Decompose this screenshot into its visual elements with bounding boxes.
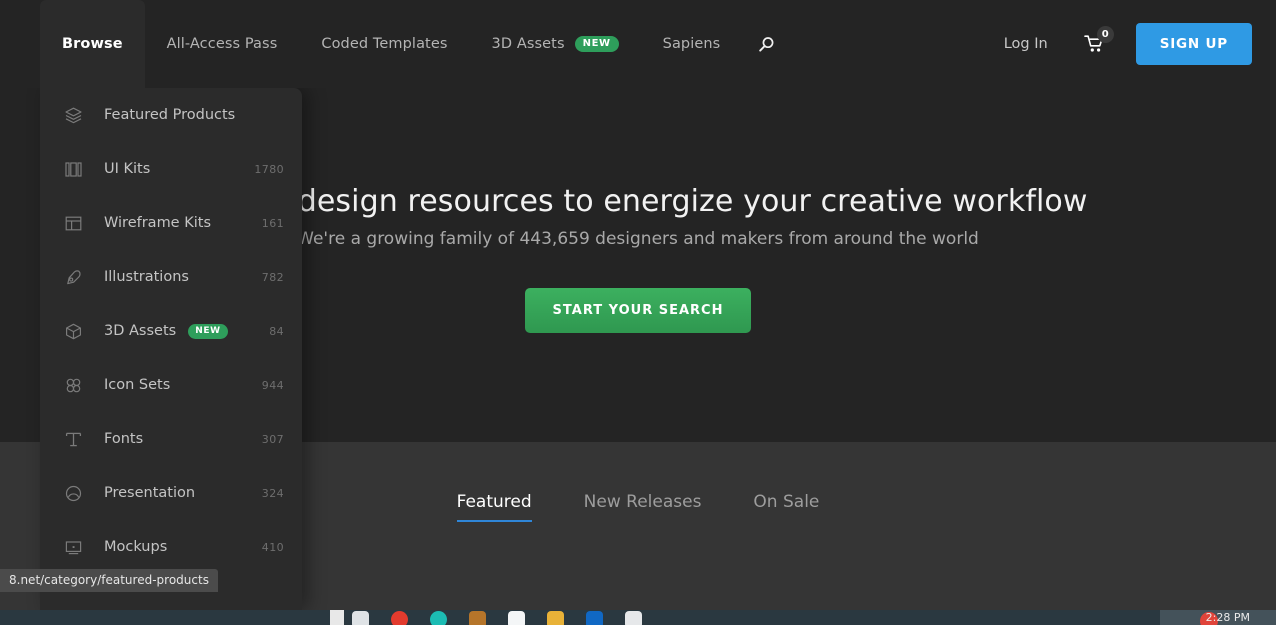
new-badge: NEW: [188, 323, 228, 339]
dropdown-item-label: Illustrations: [104, 269, 189, 285]
nav-item-label: Coded Templates: [321, 36, 448, 52]
pen-nib-icon: [58, 264, 88, 290]
cube-icon: [58, 318, 88, 344]
login-link[interactable]: Log In: [980, 36, 1072, 52]
nav-item-label: 3D Assets: [491, 36, 565, 52]
cart-button[interactable]: 0: [1072, 24, 1118, 64]
nav-item-label: Browse: [62, 36, 123, 52]
dropdown-item-label: Presentation: [104, 485, 196, 501]
taskbar-icon-app-6[interactable]: [547, 611, 564, 625]
dropdown-item-count: 307: [261, 432, 284, 446]
dropdown-item-label: Wireframe Kits: [104, 215, 211, 231]
tab-label: On Sale: [753, 492, 820, 512]
dropdown-item-3d-assets[interactable]: 3D Assets NEW 84: [40, 304, 302, 358]
ui-kit-icon: [58, 156, 88, 182]
dropdown-item-label: 3D Assets: [104, 323, 177, 339]
taskbar-clock[interactable]: 2:28 PM: [1206, 611, 1250, 625]
dropdown-item-wireframe-kits[interactable]: Wireframe Kits 161: [40, 196, 302, 250]
taskbar-icon-app-1[interactable]: [352, 611, 369, 625]
dropdown-item-count: 1780: [254, 162, 284, 176]
taskbar-icon-app-4[interactable]: [469, 611, 486, 625]
nav-item-3d-assets[interactable]: 3D Assets NEW: [470, 0, 641, 88]
site-header: Browse All-Access Pass Coded Templates 3…: [0, 0, 1276, 88]
tab-on-sale[interactable]: On Sale: [727, 492, 845, 522]
tab-label: New Releases: [583, 492, 702, 512]
dropdown-item-presentation[interactable]: Presentation 324: [40, 466, 302, 520]
header-actions: Log In 0 SIGN UP: [980, 0, 1252, 88]
new-badge: NEW: [574, 36, 619, 52]
dropdown-item-mockups[interactable]: Mockups 410: [40, 520, 302, 574]
typography-icon: [58, 426, 88, 452]
start-your-search-button[interactable]: START YOUR SEARCH: [524, 288, 752, 333]
screen: Browse All-Access Pass Coded Templates 3…: [0, 0, 1276, 625]
dropdown-item-ui-kits[interactable]: UI Kits 1780: [40, 142, 302, 196]
layers-icon: [58, 102, 88, 128]
dropdown-item-count: 944: [261, 378, 284, 392]
search-icon: [758, 36, 775, 53]
nav-item-label: Sapiens: [662, 36, 721, 52]
nav-item-browse[interactable]: Browse: [40, 0, 145, 88]
mockup-icon: [58, 534, 88, 560]
nav-item-sapiens[interactable]: Sapiens: [641, 0, 743, 88]
dropdown-item-fonts[interactable]: Fonts 307: [40, 412, 302, 466]
taskbar-app-icons: [352, 611, 642, 625]
link-status-bar: 8.net/category/featured-products: [0, 569, 218, 592]
icon-set-icon: [58, 372, 88, 398]
dropdown-item-count: 782: [261, 270, 284, 284]
browser-page: Browse All-Access Pass Coded Templates 3…: [0, 0, 1276, 610]
dropdown-item-label: Fonts: [104, 431, 144, 447]
dropdown-item-count: 161: [261, 216, 284, 230]
search-button[interactable]: [742, 0, 791, 88]
dropdown-item-illustrations[interactable]: Illustrations 782: [40, 250, 302, 304]
taskbar-icon-app-8[interactable]: [625, 611, 642, 625]
dropdown-item-label: Mockups: [104, 539, 168, 555]
dropdown-item-label: Featured Products: [104, 107, 236, 123]
nav-item-coded-templates[interactable]: Coded Templates: [299, 0, 469, 88]
wireframe-icon: [58, 210, 88, 236]
taskbar-icon-app-2[interactable]: [391, 611, 408, 625]
dropdown-item-icon-sets[interactable]: Icon Sets 944: [40, 358, 302, 412]
dropdown-item-featured-products[interactable]: Featured Products: [40, 88, 302, 142]
tab-label: Featured: [456, 492, 532, 512]
dropdown-item-label: UI Kits: [104, 161, 151, 177]
nav-item-label: All-Access Pass: [166, 36, 278, 52]
dropdown-item-count: 410: [261, 540, 284, 554]
dropdown-item-label: Icon Sets: [104, 377, 171, 393]
primary-navigation: Browse All-Access Pass Coded Templates 3…: [40, 0, 791, 88]
dropdown-item-count: 84: [269, 324, 284, 338]
taskbar-icon-app-7[interactable]: [586, 611, 603, 625]
tab-new-releases[interactable]: New Releases: [558, 492, 728, 522]
presentation-icon: [58, 480, 88, 506]
taskbar-icon-app-3[interactable]: [430, 611, 447, 625]
cart-count-badge: 0: [1096, 26, 1114, 43]
signup-button[interactable]: SIGN UP: [1135, 23, 1252, 65]
taskbar-icon-app-5[interactable]: [508, 611, 525, 625]
nav-item-all-access-pass[interactable]: All-Access Pass: [145, 0, 300, 88]
taskbar-window-preview[interactable]: [330, 610, 344, 625]
os-taskbar: 2:28 PM: [0, 610, 1276, 625]
dropdown-item-count: 324: [261, 486, 284, 500]
browse-dropdown-menu: Featured Products UI Kits 1780 Wireframe…: [40, 88, 302, 610]
tab-featured[interactable]: Featured: [431, 492, 558, 522]
